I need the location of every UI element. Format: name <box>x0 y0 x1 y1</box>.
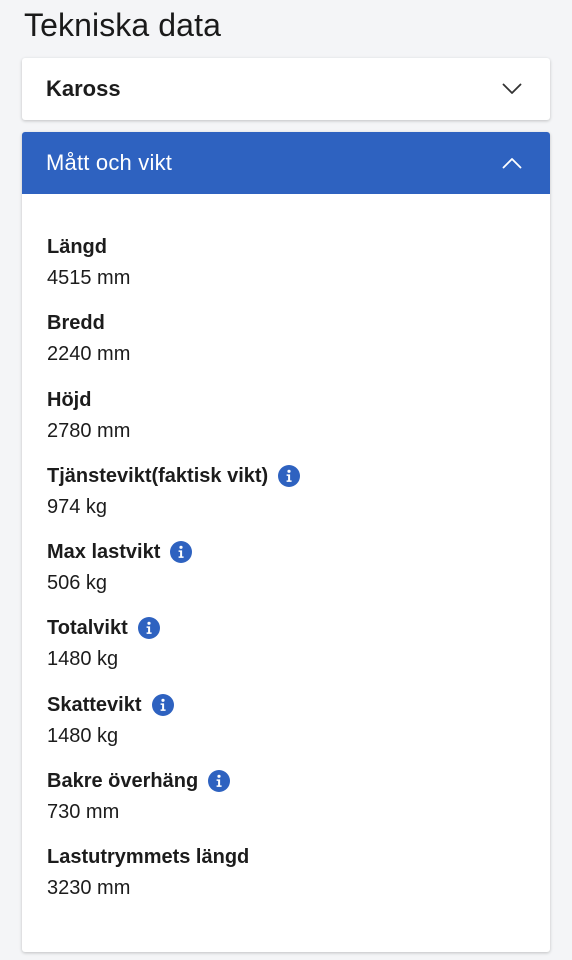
spec-row-lastutrymmets-langd: Lastutrymmets längd 3230 mm <box>47 842 525 918</box>
spec-label: Bredd <box>47 312 105 335</box>
accordion-matt-och-vikt: Mått och vikt Längd 4515 mm Bredd 2240 m… <box>22 132 550 952</box>
page-title: Tekniska data <box>24 7 221 43</box>
info-icon[interactable] <box>208 770 231 793</box>
spec-value: 2780 mm <box>47 419 131 442</box>
info-icon[interactable] <box>137 617 160 640</box>
spec-list: Längd 4515 mm Bredd 2240 mm Höjd 2780 mm… <box>22 194 550 919</box>
spec-row-tjanstevikt: Tjänstevikt(faktisk vikt) 974 kg <box>47 461 525 537</box>
spec-label: Höjd <box>47 388 92 411</box>
spec-value: 1480 kg <box>47 724 119 747</box>
spec-row-hojd: Höjd 2780 mm <box>47 385 525 461</box>
spec-label: Längd <box>47 236 107 258</box>
spec-label: Max lastvikt <box>47 541 161 564</box>
spec-value: 3230 mm <box>47 877 131 900</box>
chevron-down-icon <box>502 83 522 94</box>
accordion-title-kaross: Kaross <box>46 76 121 101</box>
spec-label: Bakre överhäng <box>47 770 199 793</box>
spec-row-langd: Längd 4515 mm <box>47 232 525 308</box>
accordion-kaross: Kaross <box>22 58 550 120</box>
accordion-title-matt-och-vikt: Mått och vikt <box>46 150 173 175</box>
spec-value: 730 mm <box>47 801 120 824</box>
chevron-up-icon <box>502 158 522 169</box>
spec-row-bakre-overhang: Bakre överhäng 730 mm <box>47 766 525 842</box>
spec-label: Totalvikt <box>47 617 128 640</box>
spec-value: 974 kg <box>47 495 108 518</box>
spec-label: Skattevikt <box>47 693 142 716</box>
spec-value: 4515 mm <box>47 267 131 289</box>
spec-row-skattevikt: Skattevikt 1480 kg <box>47 690 525 766</box>
spec-value: 1480 kg <box>47 648 119 671</box>
accordion-header-kaross[interactable]: Kaross <box>22 58 550 120</box>
accordion-header-matt-och-vikt[interactable]: Mått och vikt <box>22 132 550 194</box>
spec-label: Lastutrymmets längd <box>47 846 250 869</box>
spec-value: 2240 mm <box>47 343 131 366</box>
info-icon[interactable] <box>151 693 174 716</box>
spec-row-totalvikt: Totalvikt 1480 kg <box>47 613 525 689</box>
info-icon[interactable] <box>170 541 193 564</box>
info-icon[interactable] <box>278 464 301 487</box>
spec-row-max-lastvikt: Max lastvikt 506 kg <box>47 537 525 613</box>
spec-row-bredd: Bredd 2240 mm <box>47 308 525 384</box>
spec-label: Tjänstevikt(faktisk vikt) <box>47 464 269 487</box>
spec-value: 506 kg <box>47 572 108 595</box>
